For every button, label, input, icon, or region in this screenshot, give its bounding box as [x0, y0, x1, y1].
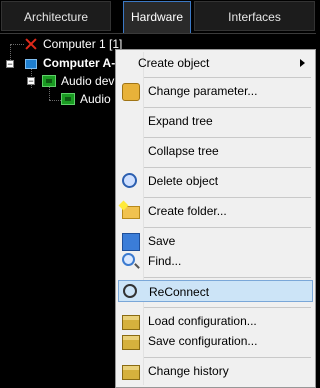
- collapse-toggle-icon[interactable]: −: [27, 77, 35, 86]
- error-x-icon: [25, 38, 37, 50]
- menu-separator: [144, 107, 311, 108]
- audio-device-icon: [42, 75, 56, 87]
- menu-item-label: ReConnect: [149, 285, 210, 299]
- menu-item-collapse-tree[interactable]: Collapse tree: [118, 140, 313, 162]
- tree-connector: [49, 86, 50, 100]
- menu-item-label: Expand tree: [148, 114, 213, 128]
- key-icon: [122, 83, 140, 101]
- menu-item-save[interactable]: Save: [118, 230, 313, 252]
- submenu-arrow-icon: [300, 59, 305, 67]
- tab-hardware[interactable]: Hardware: [123, 1, 191, 34]
- menu-item-label: Collapse tree: [148, 144, 219, 158]
- menu-separator: [144, 137, 311, 138]
- menu-separator: [144, 197, 311, 198]
- context-menu: Create object Change parameter... Expand…: [115, 49, 316, 388]
- menu-separator: [144, 357, 311, 358]
- menu-item-label: Delete object: [148, 174, 219, 188]
- tree-item-computer-a[interactable]: Computer A-: [43, 55, 115, 72]
- delete-object-icon: [122, 173, 137, 188]
- collapse-toggle-icon[interactable]: −: [6, 60, 14, 69]
- tab-interfaces[interactable]: Interfaces: [194, 1, 315, 31]
- reconnect-icon: [123, 284, 137, 298]
- menu-item-label: Find...: [148, 254, 182, 268]
- menu-item-find[interactable]: Find...: [118, 250, 313, 272]
- menu-item-label: Change history: [148, 364, 229, 378]
- menu-separator: [144, 167, 311, 168]
- menu-item-create-folder[interactable]: Create folder...: [118, 200, 313, 222]
- menu-item-label: Save configuration...: [148, 334, 258, 348]
- menu-item-create-object[interactable]: Create object: [118, 52, 313, 74]
- menu-item-label: Load configuration...: [148, 314, 257, 328]
- menu-separator: [144, 77, 311, 78]
- menu-item-label: Create folder...: [148, 204, 227, 218]
- menu-item-delete-object[interactable]: Delete object: [118, 170, 313, 192]
- tab-architecture[interactable]: Architecture: [1, 1, 111, 31]
- tree-connector: [10, 44, 24, 45]
- menu-separator: [144, 307, 311, 308]
- save-icon: [122, 233, 140, 251]
- audio-channel-icon: [61, 93, 75, 105]
- new-folder-icon: [118, 200, 140, 219]
- menu-item-change-history[interactable]: Change history: [118, 360, 313, 382]
- menu-separator: [144, 277, 311, 278]
- tree-item-computer-1[interactable]: Computer 1 [1]: [43, 36, 122, 53]
- box-icon: [122, 315, 140, 330]
- box-icon: [122, 335, 140, 350]
- box-icon: [122, 365, 140, 380]
- menu-item-expand-tree[interactable]: Expand tree: [118, 110, 313, 132]
- menu-separator: [144, 227, 311, 228]
- menu-item-save-configuration[interactable]: Save configuration...: [118, 330, 313, 352]
- tree-item-audio-device[interactable]: Audio dev: [61, 73, 114, 90]
- menu-item-label: Change parameter...: [148, 84, 258, 98]
- menu-item-reconnect[interactable]: ReConnect: [118, 280, 313, 302]
- find-icon: [122, 253, 140, 269]
- menu-item-label: Create object: [138, 56, 210, 70]
- tree-connector: [49, 100, 61, 101]
- tree-item-audio[interactable]: Audio: [80, 91, 111, 108]
- menu-item-change-parameter[interactable]: Change parameter...: [118, 80, 313, 102]
- menu-item-label: Save: [148, 234, 176, 248]
- menu-item-load-configuration[interactable]: Load configuration...: [118, 310, 313, 332]
- tab-bar: Architecture Hardware Interfaces: [0, 0, 316, 34]
- computer-icon: [25, 59, 37, 69]
